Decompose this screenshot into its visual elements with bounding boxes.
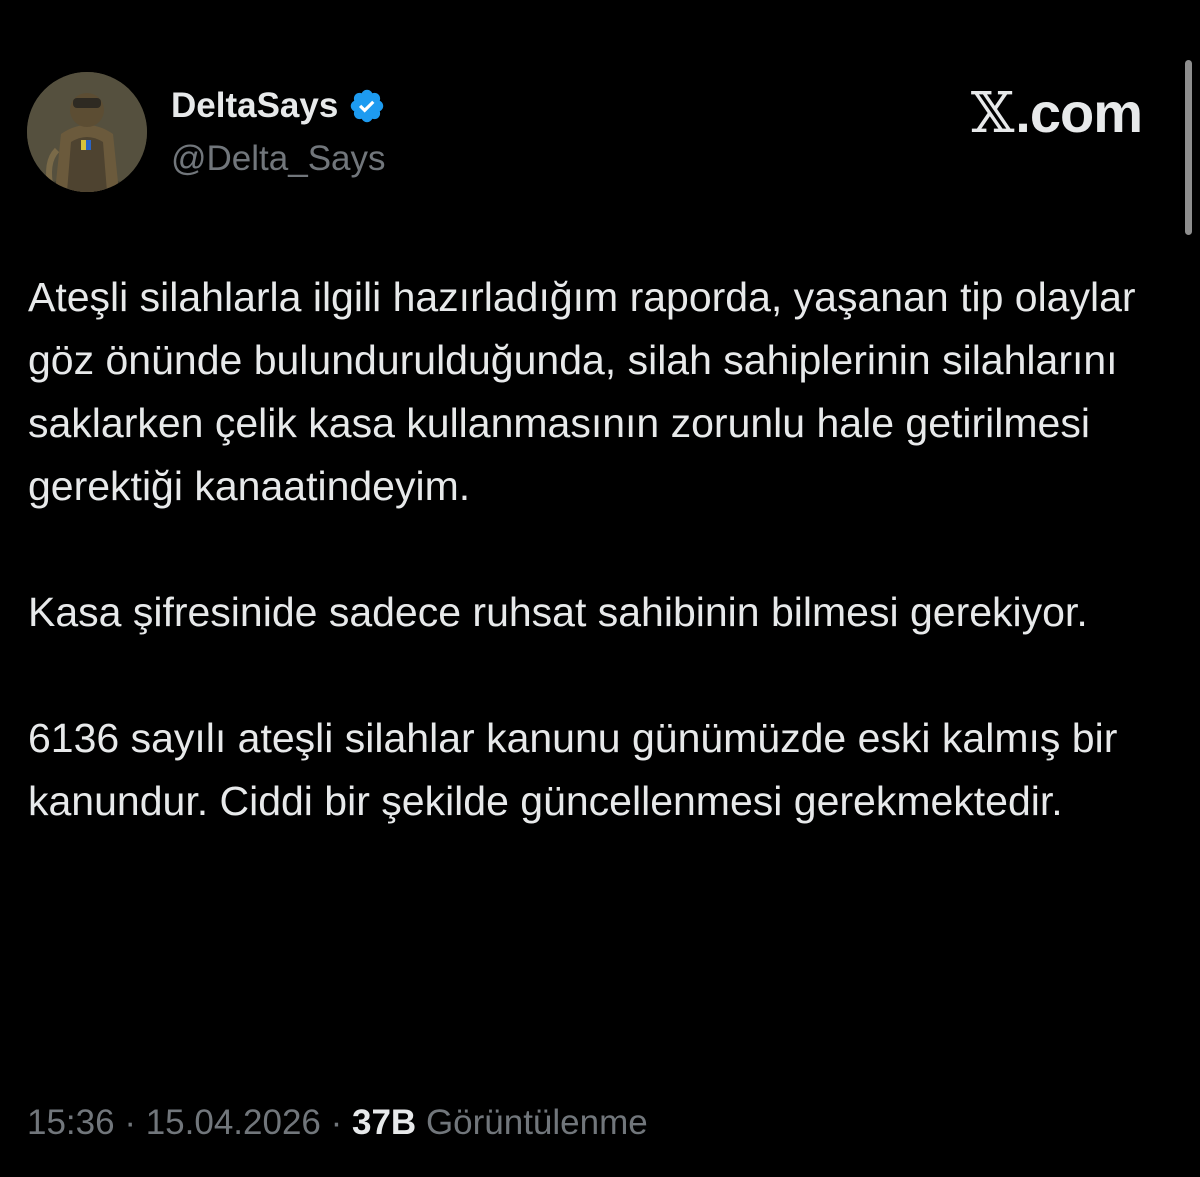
meta-separator: · [320,1103,352,1142]
tweet-paragraph: 6136 sayılı ateşli silahlar kanunu günüm… [28,715,1118,824]
author-display-name[interactable]: DeltaSays [171,86,386,126]
avatar-image [27,72,147,192]
brand-domain: .com [1015,81,1143,144]
views-label: Görüntülenme [425,1103,648,1142]
display-name-text[interactable]: DeltaSays [171,86,338,126]
avatar[interactable] [27,72,147,192]
tweet-paragraph: Ateşli silahlarla ilgili hazırladığım ra… [28,274,1136,509]
tweet-time[interactable]: 15:36 [27,1103,115,1142]
views-count[interactable]: 37B [352,1103,416,1142]
tweet-date[interactable]: 15.04.2026 [146,1103,321,1142]
tweet-text: Ateşli silahlarla ilgili hazırladığım ra… [28,266,1158,833]
tweet-paragraph: Kasa şifresinide sadece ruhsat sahibinin… [28,589,1088,635]
verified-badge-icon [351,89,384,123]
x-brand-icon: 𝕏 [970,81,1014,146]
scrollbar[interactable] [1185,60,1192,235]
tweet-meta: 15:36 · 15.04.2026 · 37B Görüntülenme [27,1103,648,1143]
author-handle[interactable]: @Delta_Says [171,139,386,179]
x-logo: 𝕏.com [970,80,1143,146]
meta-separator: · [114,1103,146,1142]
